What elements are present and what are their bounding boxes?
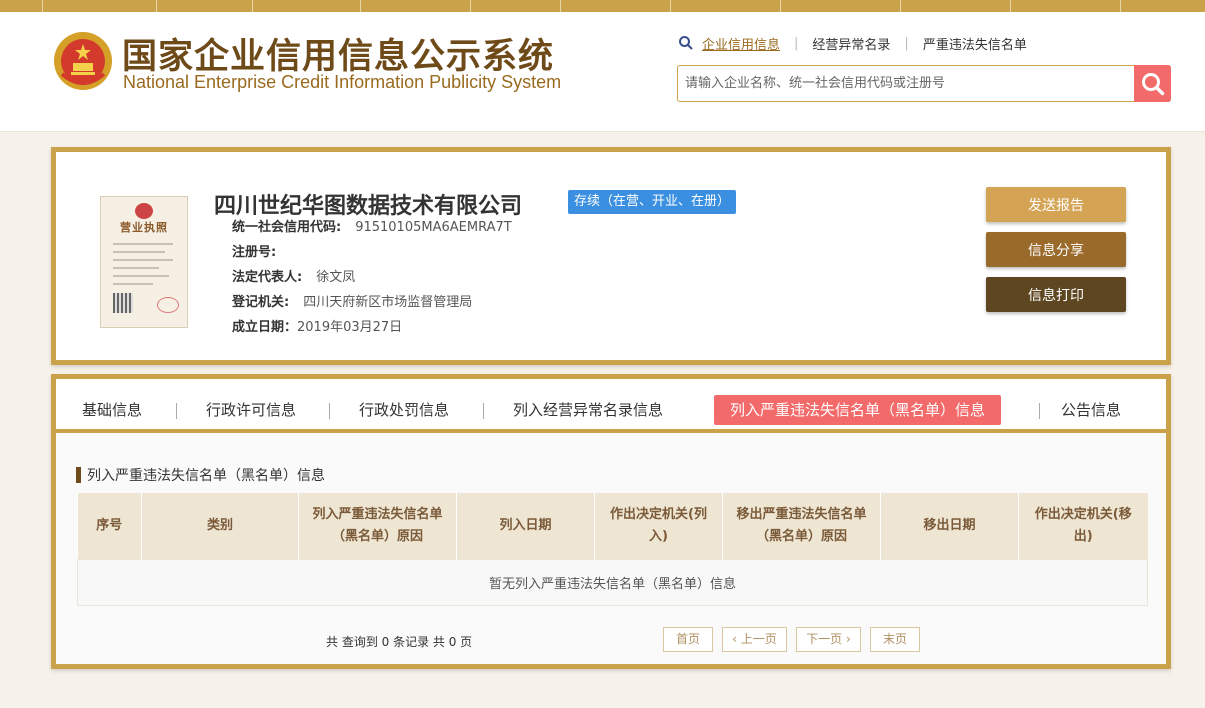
tab-divider [176,403,177,419]
stamp-icon [157,297,179,313]
info-label: 登记机关: [232,295,290,310]
column-header: 列入日期 [456,493,595,559]
license-emblem-icon [135,203,153,219]
nav-abnormal-list[interactable]: 经营异常名录 [812,34,890,53]
info-value: 91510105MA6AEMRA7T [355,220,512,235]
section-title-text: 列入严重违法失信名单（黑名单）信息 [87,468,325,484]
nav-credit-info[interactable]: 企业信用信息 [702,34,780,53]
empty-message: 暂无列入严重违法失信名单（黑名单）信息 [77,558,1148,606]
prev-page-label: 上一页 [740,632,777,646]
info-label: 统一社会信用代码: [232,220,342,235]
qr-code-icon [113,293,133,313]
info-label: 注册号: [232,245,277,260]
tab-basic-info[interactable]: 基础信息 [82,395,142,425]
info-value: 徐文凤 [316,270,356,285]
tab-divider [483,403,484,419]
info-value: 2019年03月27日 [297,320,403,335]
chevron-right-icon: › [842,632,851,646]
national-emblem-icon [54,32,112,90]
details-card: 基础信息 行政许可信息 行政处罚信息 列入经营异常名录信息 列入严重违法失信名单… [51,374,1171,669]
column-header: 移出严重违法失信名单（黑名单）原因 [722,493,881,559]
column-header: 列入严重违法失信名单（黑名单）原因 [298,493,457,559]
tab-announcements[interactable]: 公告信息 [1061,395,1121,425]
top-bar [0,0,1205,12]
table-header-row: 序号 类别 列入严重违法失信名单（黑名单）原因 列入日期 作出决定机关(列入) … [77,493,1148,559]
tab-admin-license[interactable]: 行政许可信息 [206,395,296,425]
table-row: 暂无列入严重违法失信名单（黑名单）信息 [77,558,1148,606]
license-title: 营业执照 [120,221,168,234]
tab-admin-penalty[interactable]: 行政处罚信息 [359,395,449,425]
info-label: 成立日期： [232,320,298,335]
pager-summary: 共 查询到 0 条记录 共 0 页 [326,635,473,649]
status-badge: 存续（在营、开业、在册） [568,190,737,214]
site-subtitle: National Enterprise Credit Information P… [123,72,562,92]
top-nav: 企业信用信息 | 经营异常名录 | 严重违法失信名单 [678,33,1027,53]
info-credit-code: 统一社会信用代码: 91510105MA6AEMRA7T [232,218,512,238]
tab-divider [1039,403,1040,419]
info-value: 四川天府新区市场监督管理局 [303,295,473,310]
search-bar [677,65,1171,102]
blacklist-table: 序号 类别 列入严重违法失信名单（黑名单）原因 列入日期 作出决定机关(列入) … [77,493,1148,606]
info-legal-rep: 法定代表人: 徐文凤 [232,268,355,288]
info-reg-number: 注册号: [232,243,290,263]
print-info-button[interactable]: 信息打印 [986,277,1126,312]
nav-blacklist[interactable]: 严重违法失信名单 [923,34,1027,53]
column-header: 作出决定机关(列入) [594,493,723,559]
column-header: 类别 [141,493,299,559]
nav-divider: | [904,35,909,51]
column-header: 作出决定机关(移出) [1018,493,1148,559]
info-established: 成立日期：2019年03月27日 [232,318,402,338]
tab-blacklist[interactable]: 列入严重违法失信名单（黑名单）信息 [714,395,1002,425]
search-input[interactable] [679,67,1131,100]
tab-bar: 基础信息 行政许可信息 行政处罚信息 列入经营异常名录信息 列入严重违法失信名单… [56,379,1166,433]
info-authority: 登记机关: 四川天府新区市场监督管理局 [232,293,472,313]
nav-divider: | [794,35,799,51]
chevron-left-icon: ‹ [732,632,741,646]
tab-abnormal-list[interactable]: 列入经营异常名录信息 [513,395,663,425]
column-header: 序号 [77,493,142,559]
business-license-image[interactable]: 营业执照 [100,196,188,328]
share-info-button[interactable]: 信息分享 [986,232,1126,267]
tab-divider [329,403,330,419]
next-page-label: 下一页 [806,632,843,646]
section-title-bar [76,467,81,483]
send-report-button[interactable]: 发送报告 [986,187,1126,222]
company-name: 四川世纪华图数据技术有限公司 [214,194,523,219]
company-card: 营业执照 四川世纪华图数据技术有限公司 存续（在营、开业、在册） 统一社会信用代… [51,147,1171,365]
column-header: 移出日期 [880,493,1019,559]
search-icon [1141,72,1164,95]
search-icon [679,36,693,50]
last-page-button[interactable]: 末页 [870,627,920,652]
info-label: 法定代表人: [232,270,303,285]
prev-page-button[interactable]: ‹ 上一页 [722,627,787,652]
first-page-button[interactable]: 首页 [663,627,713,652]
next-page-button[interactable]: 下一页 › [796,627,861,652]
search-button[interactable] [1134,65,1171,102]
section-title: 列入严重违法失信名单（黑名单）信息 [76,465,325,484]
site-header: 国家企业信用信息公示系统 National Enterprise Credit … [0,12,1205,132]
